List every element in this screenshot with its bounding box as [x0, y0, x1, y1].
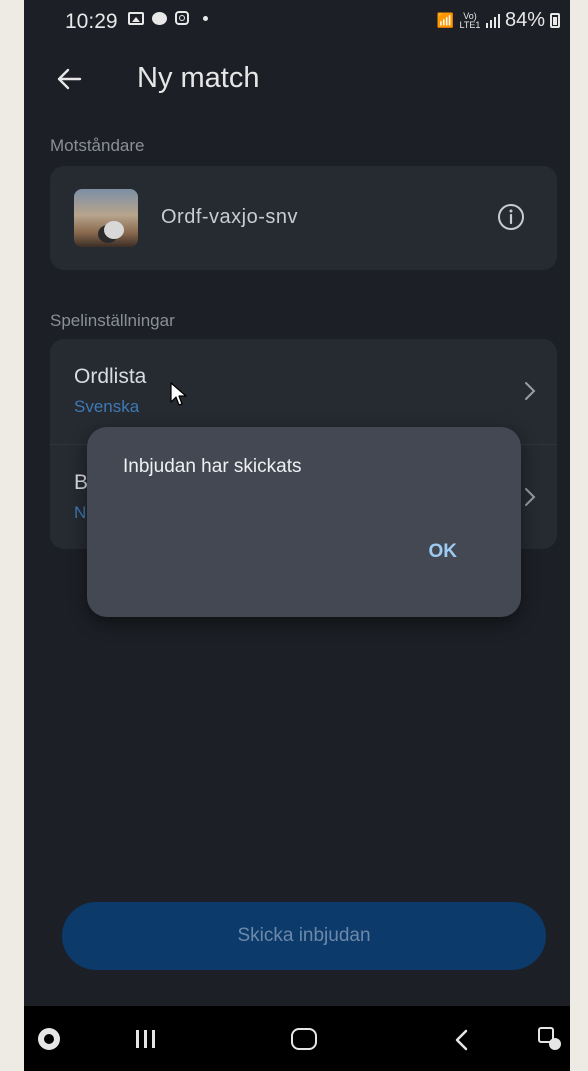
recent-apps-icon[interactable] — [136, 1030, 155, 1048]
ok-button[interactable]: OK — [421, 537, 466, 567]
phone-screen: 10:29 📶 Vo) LTE1 84% Ny match Motståndar… — [24, 0, 570, 1071]
nav-back-icon[interactable] — [452, 1028, 472, 1052]
confirmation-dialog: Inbjudan har skickats OK — [87, 427, 521, 617]
send-invite-button[interactable]: Skicka inbjudan — [62, 902, 546, 970]
game-launcher-icon[interactable] — [38, 1028, 60, 1050]
system-nav-bar — [24, 1006, 570, 1071]
dialog-message: Inbjudan har skickats — [123, 456, 302, 477]
assistant-icon[interactable] — [537, 1026, 563, 1052]
home-icon[interactable] — [291, 1028, 317, 1050]
